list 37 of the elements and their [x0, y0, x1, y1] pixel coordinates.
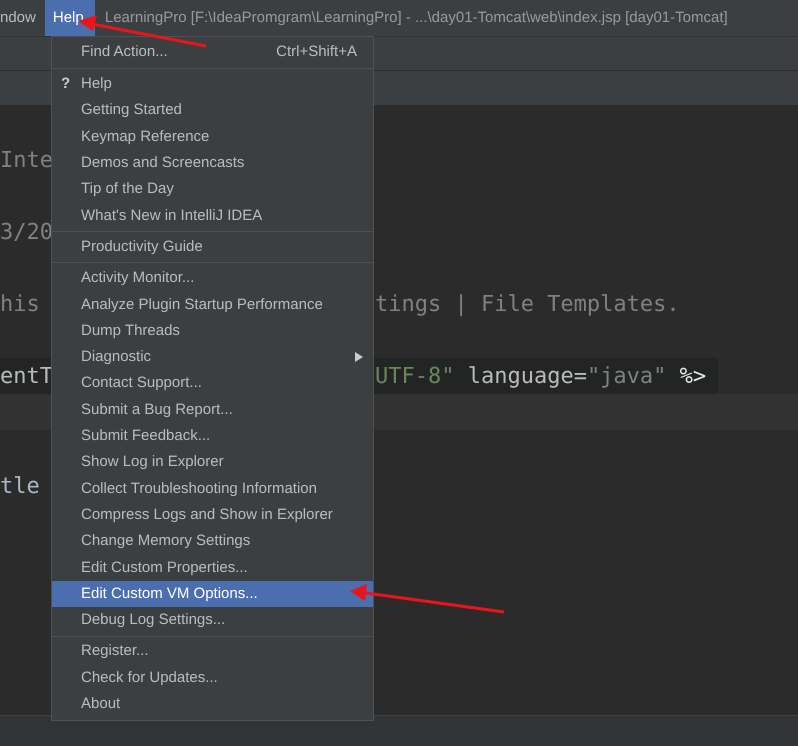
menu-item[interactable]: Contact Support... [52, 370, 373, 397]
code-text: tings | File Templates. [375, 290, 680, 318]
code-text: entT [0, 364, 53, 388]
menu-item[interactable]: Activity Monitor... [52, 265, 373, 292]
menu-item[interactable]: Edit Custom Properties... [52, 554, 373, 581]
menu-item[interactable]: Find Action... Ctrl+Shift+A [52, 39, 373, 66]
menu-item[interactable]: Tip of the Day [52, 176, 373, 203]
menu-item[interactable]: Diagnostic [52, 344, 373, 371]
shortcut-text: Ctrl+Shift+A [276, 42, 357, 62]
menu-item[interactable]: Demos and Screencasts [52, 150, 373, 176]
menu-item[interactable]: Submit a Bug Report... [52, 396, 373, 424]
menu-item[interactable]: Dump Threads [52, 318, 373, 344]
menu-item[interactable]: Getting Started [52, 98, 373, 124]
menu-item[interactable]: Productivity Guide [52, 234, 373, 260]
menu-bar-item[interactable]: Help [44, 0, 95, 36]
menu-item[interactable]: What's New in IntelliJ IDEA [52, 202, 373, 230]
menu-item[interactable]: ? Help [52, 71, 373, 98]
code-text: Inte [0, 148, 53, 172]
window-title: LearningPro [F:\IdeaPromgram\LearningPro] - ...\day01-Tomcat\web\index.jsp [day01-Tomcat] [104, 9, 728, 26]
menu-item[interactable]: About [52, 691, 373, 718]
menu-item[interactable]: Submit Feedback... [52, 423, 373, 450]
menu-item[interactable]: Check for Updates... [52, 664, 373, 692]
menu-item[interactable]: Show Log in Explorer [52, 449, 373, 476]
code-text: tle [0, 474, 40, 498]
code-text: UTF-8" language="java" %> [375, 362, 706, 390]
menu-item[interactable]: Collect Troubleshooting Information [52, 476, 373, 502]
menu-bar-item[interactable]: ndow [0, 0, 45, 36]
code-text: 3/20 [0, 220, 53, 244]
menu-item[interactable]: Compress Logs and Show in Explorer [52, 502, 373, 528]
menu-item[interactable]: Edit Custom VM Options... [52, 580, 373, 608]
menu-item[interactable]: Register... [52, 638, 373, 665]
menu-item[interactable]: Change Memory Settings [52, 528, 373, 555]
menu-item[interactable]: Debug Log Settings... [52, 607, 373, 634]
help-icon: ? [61, 73, 70, 96]
menu-item[interactable]: Keymap Reference [52, 124, 373, 150]
menu-item[interactable]: Analyze Plugin Startup Performance [52, 292, 373, 318]
code-text: his [0, 292, 40, 316]
